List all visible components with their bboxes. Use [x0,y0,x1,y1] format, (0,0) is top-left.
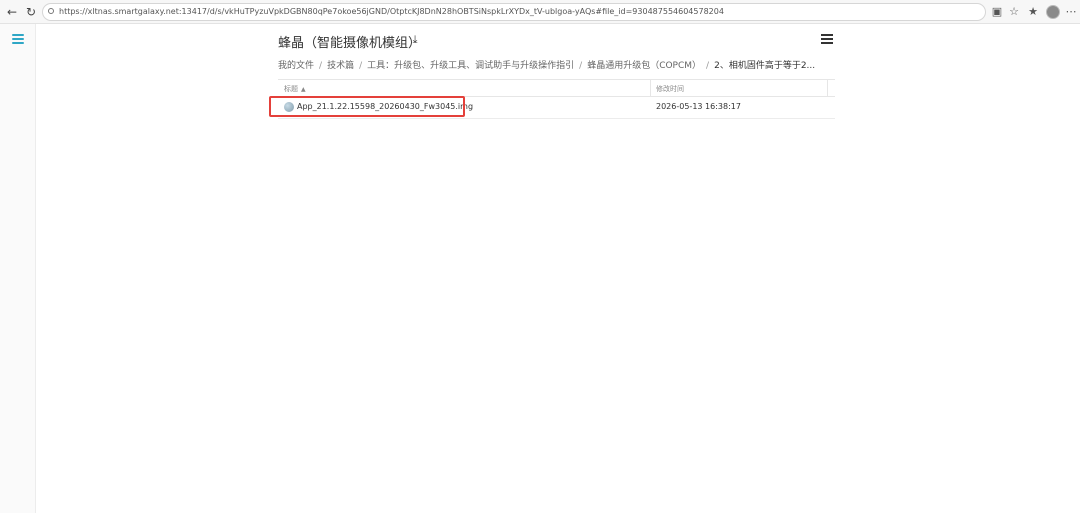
sidebar-menu-icon[interactable] [12,34,24,44]
url-text: https://xltnas.smartgalaxy.net:13417/d/s… [59,7,724,16]
lock-icon [48,8,54,14]
hamburger-menu-icon[interactable] [821,34,833,44]
column-header-title[interactable]: 标题 ▲ [284,84,306,94]
profile-avatar[interactable] [1046,5,1060,19]
address-bar[interactable]: https://xltnas.smartgalaxy.net:13417/d/s… [42,3,986,21]
sidebar [0,24,36,513]
page-title: 蜂晶（智能摄像机模组） [278,36,422,51]
reload-icon[interactable]: ↻ [23,4,39,20]
file-modified-date: 2026-05-13 16:38:17 [656,102,741,111]
column-header-modified[interactable]: 修改时间 [656,84,684,94]
collections-icon[interactable]: ★ [1026,5,1040,19]
back-icon[interactable]: ← [4,4,20,20]
column-divider[interactable] [827,80,828,96]
more-options-icon[interactable]: ⋯ [1064,5,1078,19]
column-divider[interactable] [650,80,651,96]
breadcrumb-item-upgrade-pack[interactable]: 蜂晶通用升级包（COPCM） [587,61,701,71]
table-header: 标题 ▲ 修改时间 [278,79,835,97]
breadcrumb-item-tools[interactable]: 工具：升级包、升级工具、调试助手与升级操作指引 [367,61,574,71]
breadcrumb-item-tech[interactable]: 技术篇 [327,61,354,71]
breadcrumb-item-my-files[interactable]: 我的文件 [278,61,314,71]
highlight-box [269,96,465,117]
download-icon[interactable]: ⤓ [408,33,422,47]
reader-mode-icon[interactable]: ▣ [990,5,1004,19]
sort-arrow-icon: ▲ [301,86,306,93]
favorite-star-icon[interactable]: ☆ [1007,5,1021,19]
breadcrumb: 我的文件 / 技术篇 / 工具：升级包、升级工具、调试助手与升级操作指引 / 蜂晶通用升级包… [278,61,816,71]
breadcrumb-item-current: 2、相机固件高于等于2... [714,61,816,71]
browser-toolbar: ← ↻ https://xltnas.smartgalaxy.net:13417… [0,0,1080,24]
